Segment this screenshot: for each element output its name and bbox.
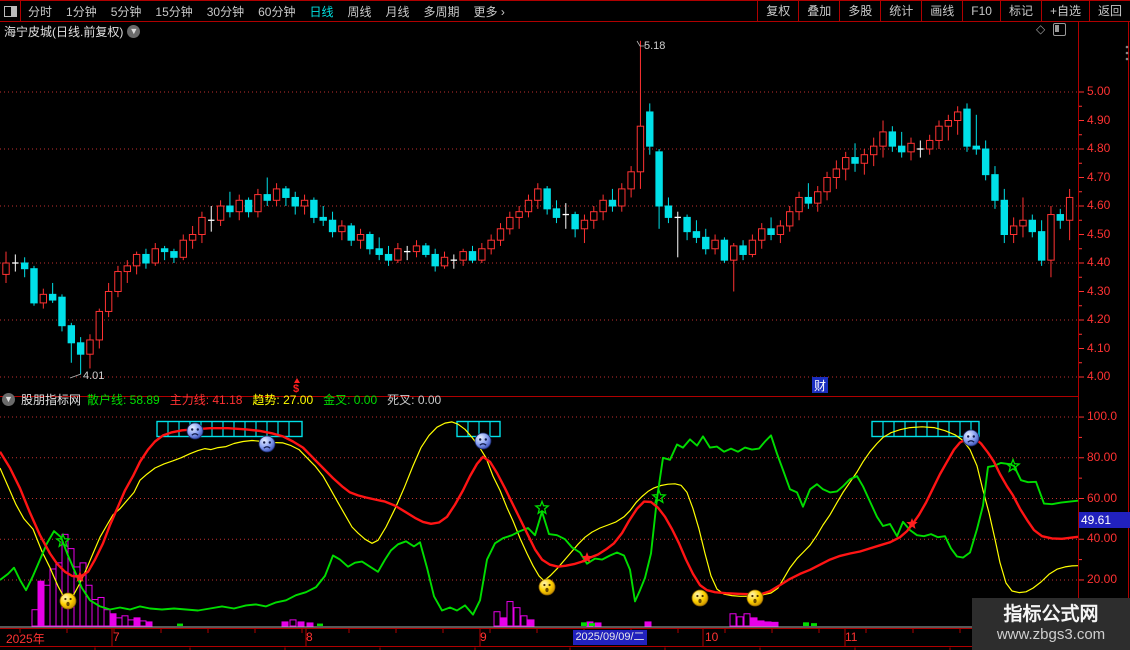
price-axis-label: 4.50 <box>1087 227 1110 241</box>
indicator-axis-label: 80.00 <box>1087 450 1117 464</box>
indicator-value-badge: 49.61 <box>1079 512 1130 528</box>
date-highlight: 2025/09/09/二 <box>573 630 647 645</box>
chart-canvas: 5.184.01$财 <box>0 0 1130 650</box>
low-annotation-leader <box>70 374 81 378</box>
watermark-url: www.zbgs3.com <box>997 626 1105 644</box>
menu-标记[interactable]: 标记 <box>1000 1 1041 21</box>
date-axis-month-9: 9 <box>480 630 487 644</box>
menu-+自选[interactable]: +自选 <box>1041 1 1089 21</box>
indicator-field-金叉: 金叉: 0.00 <box>323 391 377 408</box>
price-axis-label: 4.30 <box>1087 284 1110 298</box>
sad-face-marker <box>259 436 275 452</box>
menu-返回[interactable]: 返回 <box>1089 1 1130 21</box>
price-axis-label: 4.10 <box>1087 341 1110 355</box>
period-tab-分时[interactable]: 分时 <box>21 3 59 20</box>
period-tab-更多 ›[interactable]: 更多 › <box>467 3 512 20</box>
sad-face-marker <box>963 430 979 446</box>
menu-统计[interactable]: 统计 <box>880 1 921 21</box>
watermark-title: 指标公式网 <box>1003 604 1098 626</box>
date-axis-month-7: 7 <box>113 630 120 644</box>
date-axis-month-10: 10 <box>705 630 718 644</box>
chevron-down-circle-icon[interactable]: ▼ <box>2 393 15 406</box>
title-icons: ◇ <box>1036 22 1066 36</box>
price-axis-label: 4.40 <box>1087 255 1110 269</box>
period-tab-5分钟[interactable]: 5分钟 <box>104 3 149 20</box>
green-bar <box>177 624 183 626</box>
cai-marker: 财 <box>814 379 826 393</box>
toolbar-menu: 复权叠加多股统计画线F10标记+自选返回 <box>757 1 1130 21</box>
period-tabs: 分时1分钟5分钟15分钟30分钟60分钟日线周线月线多周期更多 › <box>21 3 512 20</box>
period-tab-60分钟[interactable]: 60分钟 <box>251 3 302 20</box>
menu-画线[interactable]: 画线 <box>921 1 962 21</box>
period-tab-月线[interactable]: 月线 <box>379 3 417 20</box>
top-toolbar: 分时1分钟5分钟15分钟30分钟60分钟日线周线月线多周期更多 › 复权叠加多股… <box>0 0 1130 22</box>
green-bar <box>581 622 587 626</box>
menu-复权[interactable]: 复权 <box>757 1 798 21</box>
indicator-header: ▼ 股朋指标网 散户线: 58.89 主力线: 41.18 趋势: 27.00 金叉:… <box>2 391 441 408</box>
smiley-face-marker <box>60 593 76 609</box>
period-tab-15分钟[interactable]: 15分钟 <box>148 3 199 20</box>
price-axis-label: 4.00 <box>1087 369 1110 383</box>
indicator-axis-label: 100.0 <box>1087 409 1117 423</box>
indicator-field-死叉: 死叉: 0.00 <box>387 391 441 408</box>
grip-dot <box>1126 52 1129 55</box>
green-bar <box>803 622 809 626</box>
candlestick-series <box>3 41 1073 374</box>
diamond-icon[interactable]: ◇ <box>1036 22 1045 36</box>
indicator-field-趋势: 趋势: 27.00 <box>252 391 313 408</box>
title-bar: 海宁皮城(日线.前复权) ▼ <box>4 23 140 40</box>
date-axis-year: 2025年 <box>6 630 45 647</box>
menu-F10[interactable]: F10 <box>962 1 1000 21</box>
period-tab-周线[interactable]: 周线 <box>340 3 378 20</box>
date-axis-month-8: 8 <box>306 630 313 644</box>
low-annotation: 4.01 <box>83 370 104 382</box>
price-axis-label: 4.90 <box>1087 113 1110 127</box>
indicator-axis-label: 40.00 <box>1087 531 1117 545</box>
page-title: 海宁皮城(日线.前复权) <box>4 23 123 40</box>
menu-多股[interactable]: 多股 <box>839 1 880 21</box>
smiley-face-marker <box>692 590 708 606</box>
smiley-face-marker <box>539 579 555 595</box>
price-axis-label: 5.00 <box>1087 84 1110 98</box>
price-axis-label: 4.80 <box>1087 141 1110 155</box>
indicator-source: 股朋指标网 <box>21 391 81 408</box>
high-annotation: 5.18 <box>644 40 665 52</box>
smiley-face-marker <box>747 590 763 606</box>
chevron-down-icon[interactable]: ▼ <box>127 25 140 38</box>
date-axis-month-11: 11 <box>845 630 857 644</box>
period-tab-1分钟[interactable]: 1分钟 <box>59 3 104 20</box>
price-axis-label: 4.60 <box>1087 198 1110 212</box>
green-bar <box>317 624 323 626</box>
green-bar <box>589 623 595 626</box>
buy-star-marker <box>653 491 665 503</box>
buy-star-marker <box>536 502 548 514</box>
sad-face-marker <box>475 433 491 449</box>
app-window: 5.184.01$财 分时1分钟5分钟15分钟30分钟60分钟日线周线月线多周期… <box>0 0 1130 650</box>
indicator-axis-label: 60.00 <box>1087 491 1117 505</box>
indicator-axis-label: 20.00 <box>1087 572 1117 586</box>
sad-face-marker <box>187 423 203 439</box>
watermark: 指标公式网 www.zbgs3.com <box>972 598 1130 650</box>
split-pane-icon[interactable] <box>0 1 21 21</box>
menu-叠加[interactable]: 叠加 <box>798 1 839 21</box>
grip-dot <box>1126 46 1129 49</box>
indicator-field-主力线: 主力线: 41.18 <box>170 391 243 408</box>
price-axis-label: 4.20 <box>1087 312 1110 326</box>
period-tab-多周期[interactable]: 多周期 <box>417 3 467 20</box>
grip-dot <box>1126 58 1129 61</box>
window-layout-icon[interactable] <box>1053 23 1066 36</box>
price-axis-label: 4.70 <box>1087 170 1110 184</box>
indicator-values: 散户线: 58.89 主力线: 41.18 趋势: 27.00 金叉: 0.00 死叉:… <box>87 391 441 408</box>
green-bar <box>811 623 817 626</box>
period-tab-日线[interactable]: 日线 <box>302 3 340 20</box>
indicator-field-散户线: 散户线: 58.89 <box>87 391 160 408</box>
period-tab-30分钟[interactable]: 30分钟 <box>200 3 251 20</box>
